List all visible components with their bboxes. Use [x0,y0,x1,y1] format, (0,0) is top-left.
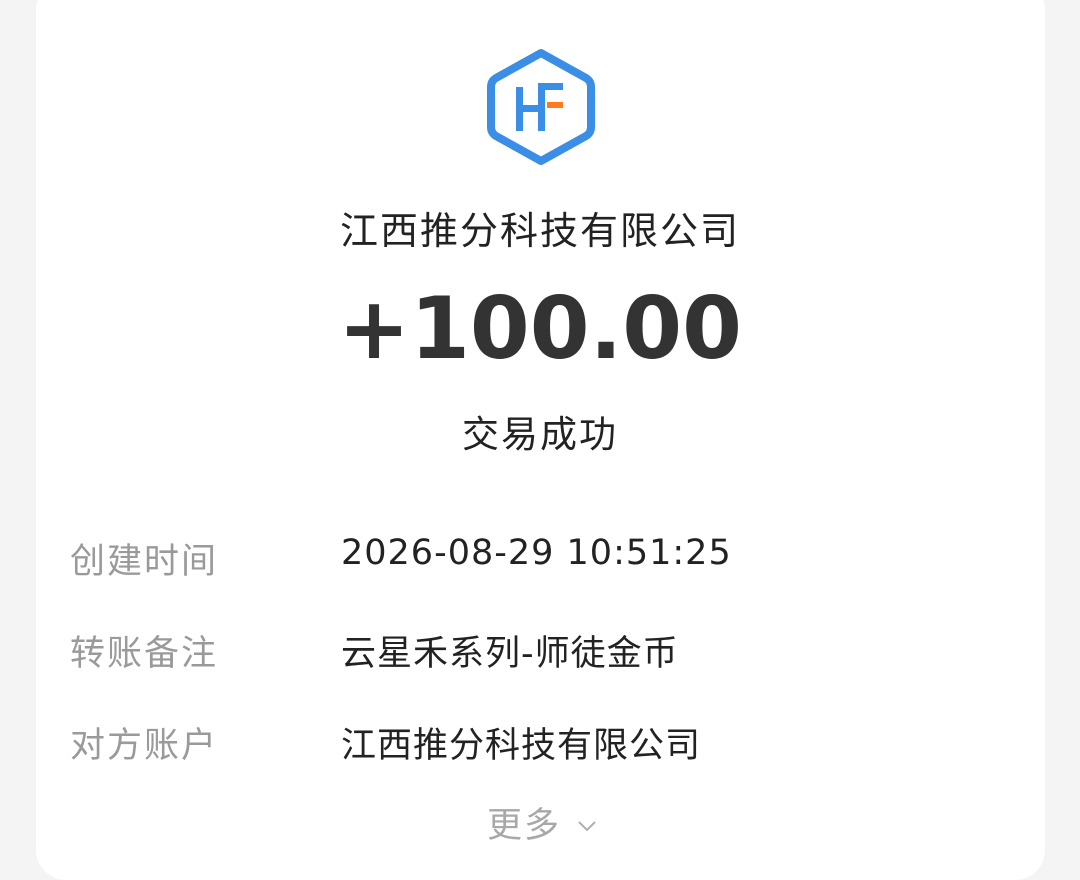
merchant-name: 江西推分科技有限公司 [339,209,740,253]
transaction-status: 交易成功 [462,413,618,456]
detail-value-counterparty: 江西推分科技有限公司 [341,726,702,766]
detail-label-counterparty: 对方账户 [70,726,219,766]
detail-label-transfer-note: 转账备注 [70,634,219,674]
detail-value-transfer-note: 云星禾系列-师徒金币 [341,634,679,674]
merchant-logo-icon [485,47,597,167]
detail-value-created-time: 2026-08-29 10:51:25 [341,533,732,573]
detail-label-created-time: 创建时间 [70,542,219,582]
chevron-down-icon [578,820,596,831]
more-label: 更多 [487,806,562,846]
transaction-amount: +100.00 [338,279,742,379]
more-button[interactable]: 更多 [487,797,597,848]
